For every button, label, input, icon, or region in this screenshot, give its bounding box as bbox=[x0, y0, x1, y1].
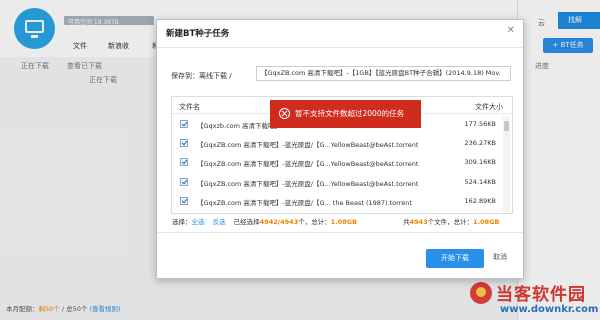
scrollbar-thumb[interactable] bbox=[504, 121, 509, 131]
row-filesize: 162.89KB bbox=[464, 197, 496, 205]
table-row[interactable]: 【GqxZB.com 高清下载吧】-蓝光原盘/【G...YellowBeast@… bbox=[172, 154, 502, 172]
invert-selection-link[interactable]: 反选 bbox=[213, 218, 226, 226]
row-checkbox[interactable] bbox=[180, 120, 188, 128]
row-filename: 【Gqxzb.com 高清下载吧】 bbox=[197, 122, 282, 130]
row-filename: 【GqxZB.com 高清下载吧】-蓝光原盘/【G...YellowBeast@… bbox=[197, 160, 419, 168]
selected-unit: 个，总计： bbox=[298, 218, 331, 226]
row-checkbox[interactable] bbox=[180, 158, 188, 166]
dialog-title: 新建BT种子任务 bbox=[166, 29, 230, 39]
save-path-field[interactable]: 【GqxZB.com 高清下载吧】-【1GB】【蓝光原盘BT种子合辑】(2014… bbox=[256, 66, 511, 81]
start-download-button[interactable]: 开始下载 bbox=[426, 249, 484, 268]
toast-message: 暂不支持文件数超过2000的任务 bbox=[295, 109, 405, 118]
column-filename: 文件名 bbox=[179, 103, 200, 111]
total-size: 1.08GB bbox=[473, 218, 500, 226]
table-row[interactable]: 【GqxZB.com 高清下载吧】-蓝光原盘/【G...YellowBeast@… bbox=[172, 174, 502, 192]
row-filename: 【GqxZB.com 高清下载吧】-蓝光原盘/【G...YellowBeast@… bbox=[197, 141, 419, 149]
row-filesize: 236.27KB bbox=[464, 139, 496, 147]
close-icon[interactable]: ✕ bbox=[507, 25, 515, 36]
select-label: 选择： bbox=[172, 218, 192, 226]
total-count: 4943 bbox=[409, 218, 428, 226]
row-filesize: 177.56KB bbox=[464, 120, 496, 128]
divider bbox=[157, 232, 523, 233]
error-toast: 暂不支持文件数超过2000的任务 bbox=[270, 100, 421, 128]
error-circle-icon bbox=[279, 108, 290, 119]
selected-count: 4942/4943 bbox=[259, 218, 299, 226]
selection-summary: 选择：全选 反选 已经选择4942/4943个，总计：1.08GB bbox=[172, 216, 357, 226]
row-checkbox[interactable] bbox=[180, 139, 188, 147]
row-filename: 【GqxZB.com 高清下载吧】-蓝光原盘/【G...YellowBeast@… bbox=[197, 180, 419, 188]
row-filesize: 524.14KB bbox=[464, 178, 496, 186]
selected-prefix: 已经选择 bbox=[233, 218, 260, 226]
cancel-button[interactable]: 取消 bbox=[493, 252, 507, 262]
file-list-scrollbar[interactable] bbox=[503, 116, 510, 212]
table-row[interactable]: 【GqxZB.com 高清下载吧】-蓝光原盘/【G... the Beast (… bbox=[172, 193, 502, 211]
divider bbox=[157, 47, 523, 48]
selected-size: 1.08GB bbox=[330, 218, 358, 226]
row-filename: 【GqxZB.com 高清下载吧】-蓝光原盘/【G... the Beast (… bbox=[197, 199, 412, 207]
new-bt-task-dialog: 新建BT种子任务 ✕ 保存到：离线下载 / 【GqxZB.com 高清下载吧】-… bbox=[156, 19, 524, 279]
select-all-link[interactable]: 全选 bbox=[192, 218, 205, 226]
save-to-label: 保存到：离线下载 / bbox=[171, 72, 232, 80]
total-unit: 个文件，总计： bbox=[427, 218, 474, 226]
row-filesize: 309.16KB bbox=[464, 158, 496, 166]
table-row[interactable]: 【GqxZB.com 高清下载吧】-蓝光原盘/【G...YellowBeast@… bbox=[172, 135, 502, 153]
column-filesize: 文件大小 bbox=[475, 103, 503, 111]
row-checkbox[interactable] bbox=[180, 197, 188, 205]
row-checkbox[interactable] bbox=[180, 178, 188, 186]
total-summary: 共4943个文件，总计：1.08GB bbox=[403, 216, 499, 226]
